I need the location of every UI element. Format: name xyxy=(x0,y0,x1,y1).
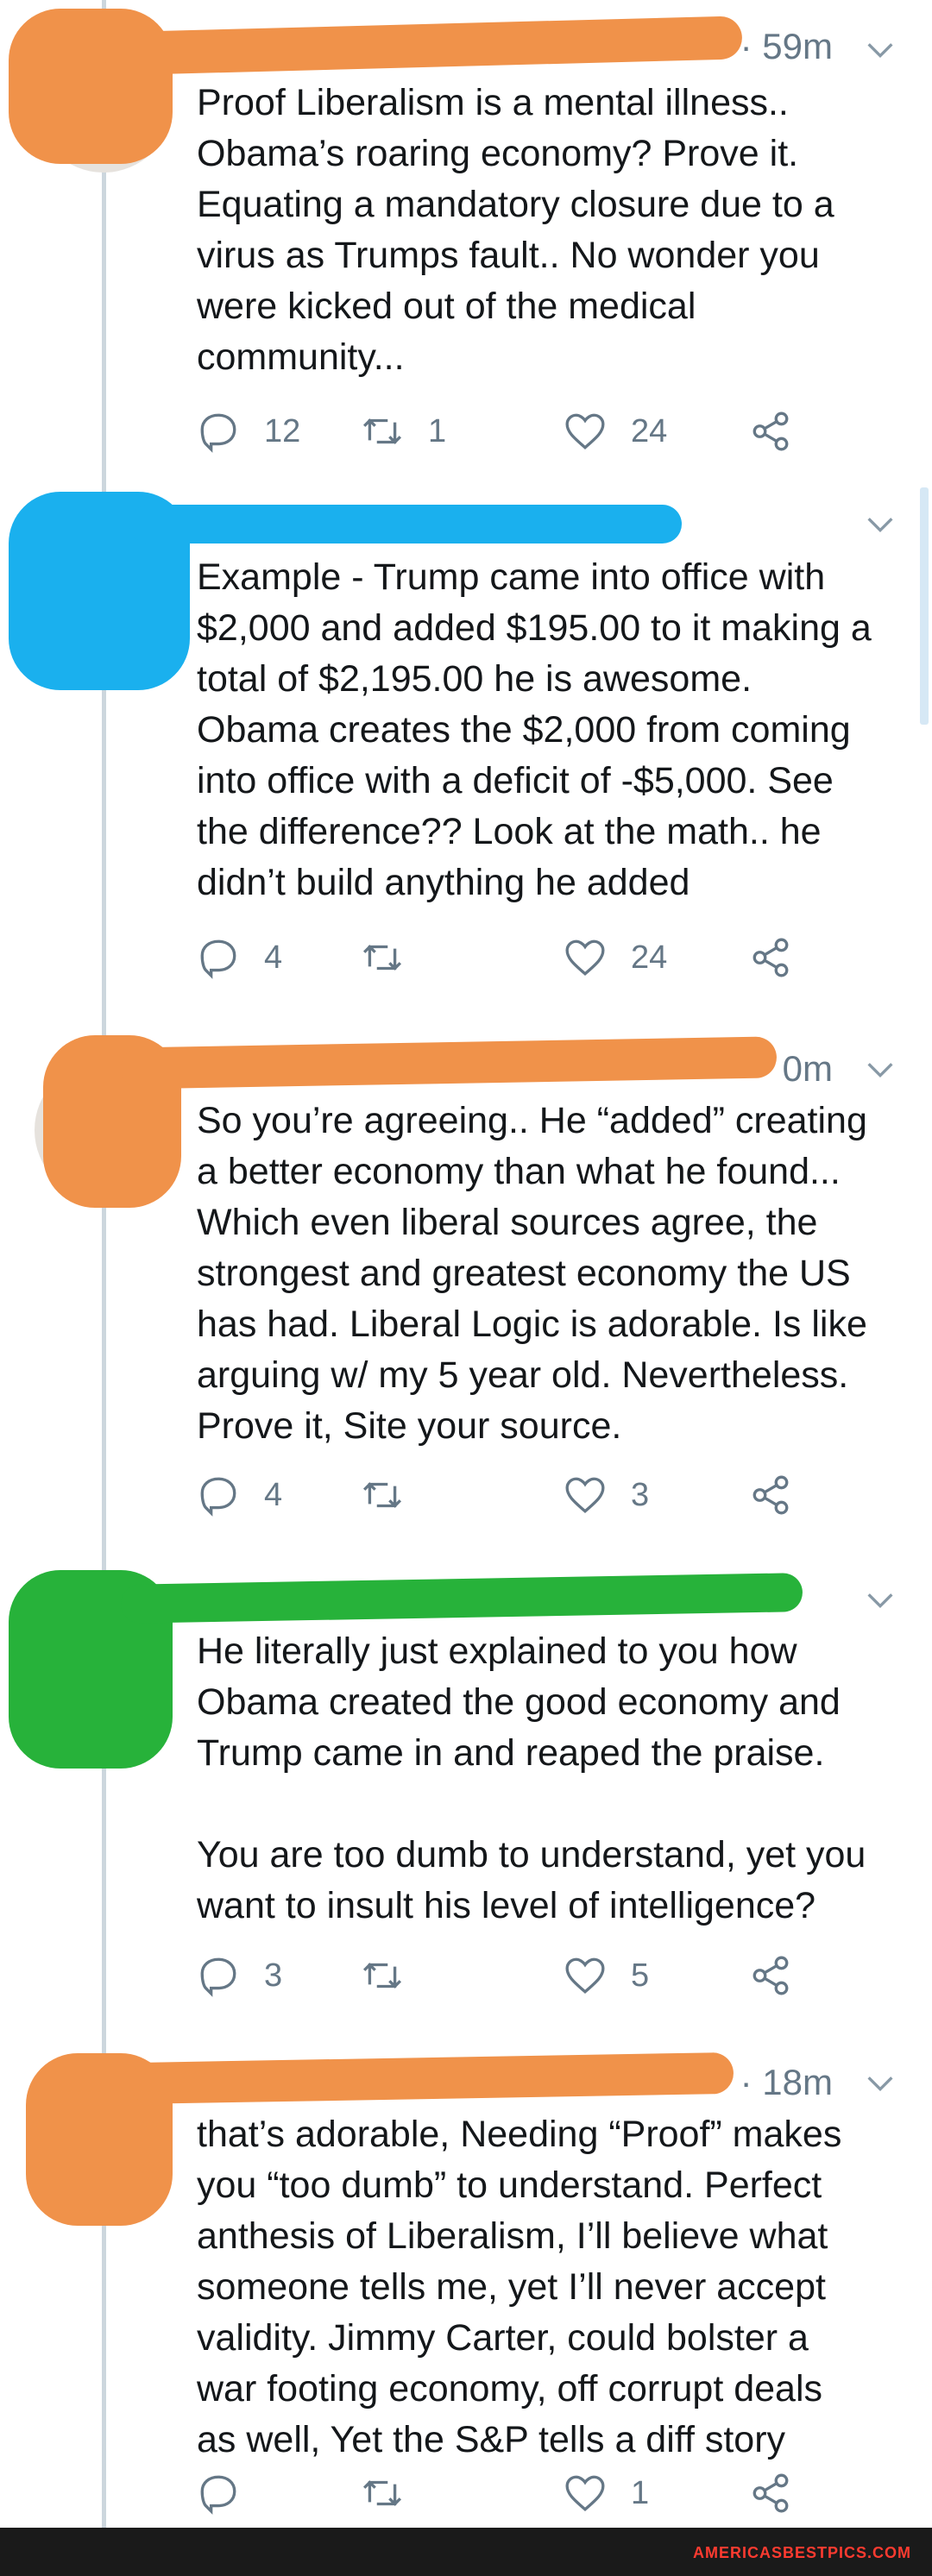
redaction-scribble xyxy=(120,1573,803,1624)
retweet-button[interactable] xyxy=(361,932,428,983)
like-count: 3 xyxy=(631,1476,650,1513)
retweet-count: 1 xyxy=(428,412,447,449)
redaction-scribble xyxy=(129,505,682,543)
reply-icon xyxy=(200,413,236,453)
tweet-text: Example - Trump came into office with $2… xyxy=(197,556,872,903)
like-count: 24 xyxy=(631,412,668,449)
share-icon xyxy=(753,1956,789,1995)
retweet-button[interactable] xyxy=(361,2467,428,2519)
heart-icon xyxy=(565,413,605,449)
tweet-text: So you’re agreeing.. He “added” creating… xyxy=(197,1100,867,1447)
heart-icon xyxy=(565,1957,605,1994)
tweet-2[interactable]: Example - Trump came into office with $2… xyxy=(0,483,932,1018)
redaction-scribble xyxy=(120,1036,778,1090)
retweet-icon xyxy=(362,418,402,444)
reply-button[interactable]: 12 xyxy=(197,405,300,457)
reply-count: 4 xyxy=(264,1476,283,1513)
share-button[interactable] xyxy=(749,932,792,983)
retweet-icon xyxy=(362,1963,402,1989)
chevron-down-icon[interactable] xyxy=(863,2066,897,2101)
tweet-1[interactable]: · 59m Proof Liberalism is a mental illne… xyxy=(0,0,932,483)
retweet-button[interactable] xyxy=(361,1469,428,1521)
reply-button[interactable]: 3 xyxy=(197,1950,282,2001)
redaction-scribble xyxy=(129,2051,734,2105)
share-button[interactable] xyxy=(749,1469,792,1521)
chevron-down-icon[interactable] xyxy=(863,1052,897,1087)
watermark-text: AMERICASBESTPICS.COM xyxy=(692,2544,911,2561)
reply-icon xyxy=(200,1477,236,1517)
chevron-down-icon[interactable] xyxy=(863,1583,897,1618)
like-count: 1 xyxy=(631,2474,650,2511)
tweet-actions: 12 1 24 xyxy=(197,405,853,457)
heart-icon xyxy=(565,1477,605,1513)
reply-count: 4 xyxy=(264,939,283,976)
like-button[interactable]: 24 xyxy=(564,405,667,457)
like-count: 5 xyxy=(631,1957,650,1994)
tweet-text: that’s adorable, Needing “Proof” makes y… xyxy=(197,2114,842,2460)
reply-icon xyxy=(200,1957,236,1997)
reply-count: 12 xyxy=(264,412,301,449)
tweet-actions: 4 3 xyxy=(197,1469,853,1521)
redaction-scribble xyxy=(103,16,743,76)
tweet-actions: 1 xyxy=(197,2467,853,2519)
retweet-button[interactable] xyxy=(361,1950,428,2001)
heart-icon xyxy=(565,2475,605,2511)
retweet-icon xyxy=(362,945,402,971)
tweet-timestamp: · 59m xyxy=(740,26,833,66)
like-button[interactable]: 3 xyxy=(564,1469,649,1521)
like-button[interactable]: 1 xyxy=(564,2467,649,2519)
tweet-3[interactable]: 0m So you’re agreeing.. He “added” creat… xyxy=(0,1018,932,1553)
like-button[interactable]: 24 xyxy=(564,932,667,983)
share-button[interactable] xyxy=(749,405,792,457)
tweet-timestamp: 0m xyxy=(782,1048,833,1089)
share-icon xyxy=(753,412,789,451)
retweet-icon xyxy=(362,1482,402,1508)
tweet-5[interactable]: · 18m that’s adorable, Needing “Proof” m… xyxy=(0,2036,932,2528)
reply-button[interactable]: 4 xyxy=(197,1469,282,1521)
tweet-4[interactable]: He literally just explained to you how O… xyxy=(0,1553,932,2036)
retweet-icon xyxy=(362,2480,402,2506)
reply-icon xyxy=(200,939,236,979)
like-count: 24 xyxy=(631,939,668,976)
tweet-timestamp: · 18m xyxy=(740,2062,833,2102)
reply-count: 3 xyxy=(264,1957,283,1994)
tweet-actions: 4 24 xyxy=(197,932,853,983)
tweet-actions: 3 5 xyxy=(197,1950,853,2001)
tweet-text: Proof Liberalism is a mental illness.. O… xyxy=(197,82,834,378)
share-button[interactable] xyxy=(749,2467,792,2519)
share-icon xyxy=(753,2473,789,2513)
chevron-down-icon[interactable] xyxy=(863,33,897,67)
share-icon xyxy=(753,938,789,977)
like-button[interactable]: 5 xyxy=(564,1950,649,2001)
share-button[interactable] xyxy=(749,1950,792,2001)
reply-button[interactable] xyxy=(197,2467,264,2519)
watermark-bar: AMERICASBESTPICS.COM xyxy=(0,2528,932,2576)
heart-icon xyxy=(565,939,605,976)
reply-icon xyxy=(200,2475,236,2515)
tweet-text: He literally just explained to you how O… xyxy=(197,1630,866,1926)
chevron-down-icon[interactable] xyxy=(863,507,897,542)
share-icon xyxy=(753,1475,789,1515)
reply-button[interactable]: 4 xyxy=(197,932,282,983)
retweet-button[interactable]: 1 xyxy=(361,405,446,457)
